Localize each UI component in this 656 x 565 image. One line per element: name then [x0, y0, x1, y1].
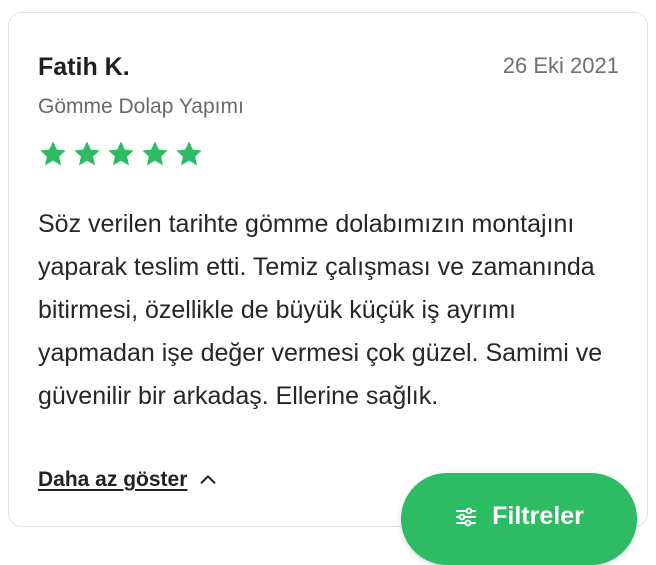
- review-date: 26 Eki 2021: [502, 53, 619, 78]
- star-icon: [105, 138, 137, 170]
- service-name: Gömme Dolap Yapımı: [38, 95, 244, 118]
- sliders-icon: [454, 502, 478, 529]
- show-less-link[interactable]: Daha az göster: [38, 468, 219, 492]
- star-rating: [37, 138, 205, 170]
- filters-button[interactable]: Filtreler: [401, 473, 637, 565]
- show-less-label: Daha az göster: [38, 468, 188, 491]
- star-icon: [37, 138, 69, 170]
- chevron-up-icon: [197, 469, 219, 491]
- star-icon: [71, 138, 103, 170]
- star-icon: [139, 138, 171, 170]
- review-card: Fatih K. 26 Eki 2021 Gömme Dolap Yapımı …: [8, 12, 648, 527]
- filters-label: Filtreler: [492, 502, 584, 530]
- star-icon: [173, 138, 205, 170]
- reviewer-name: Fatih K.: [38, 53, 130, 81]
- review-text: Söz verilen tarihte gömme dolabımızın mo…: [38, 210, 603, 410]
